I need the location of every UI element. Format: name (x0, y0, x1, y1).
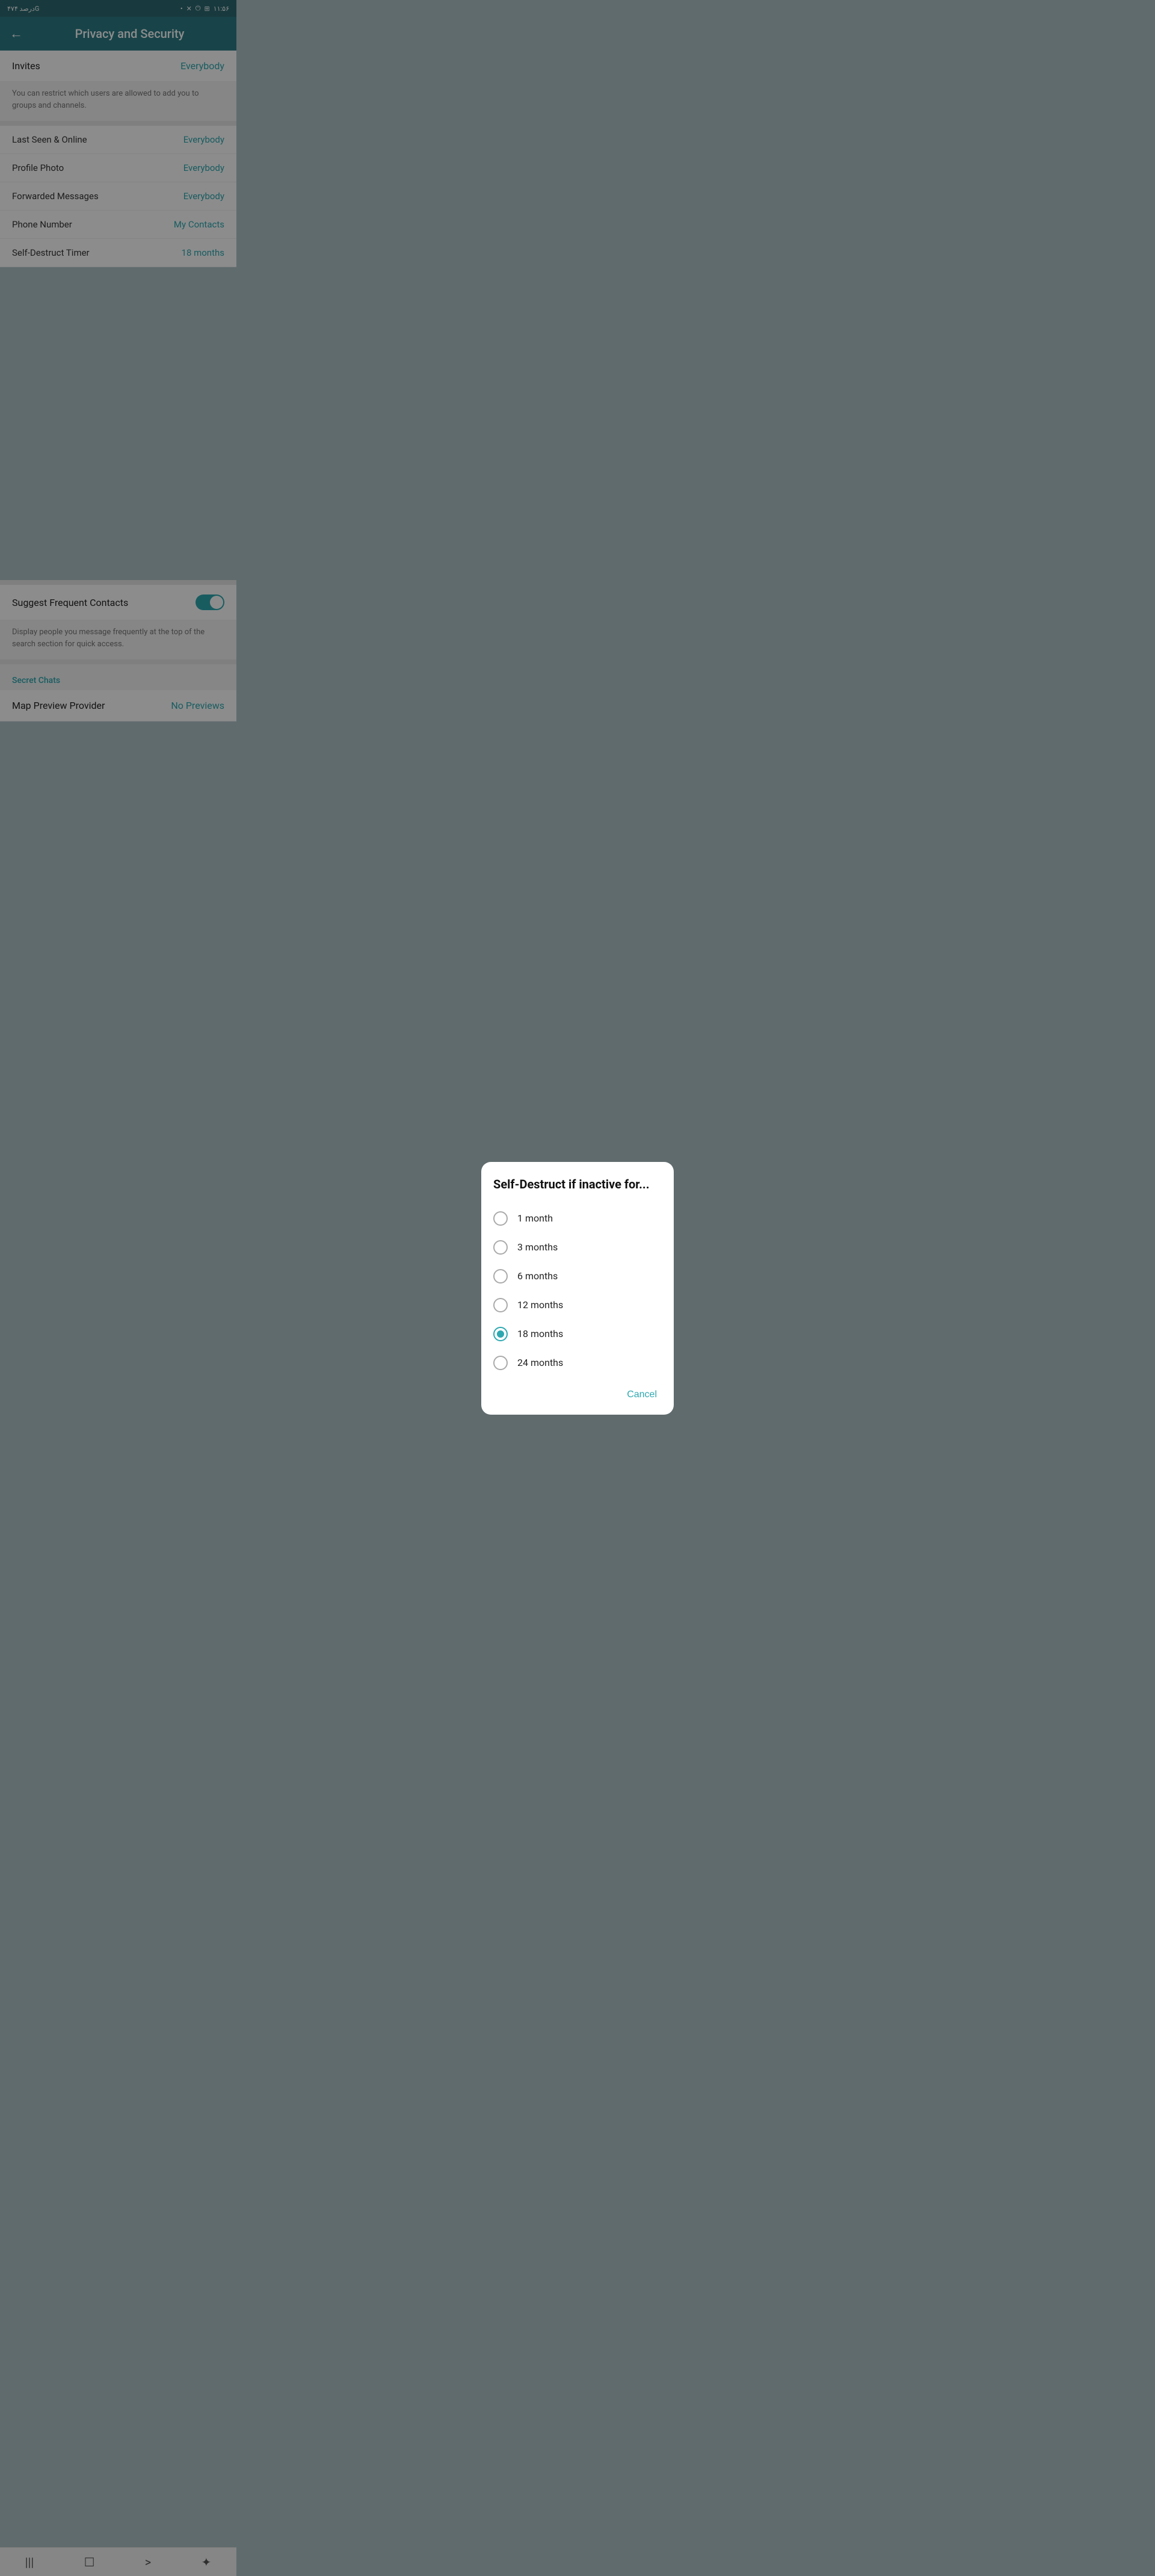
radio-option-1month[interactable]: 1 month (493, 1204, 662, 1233)
radio-circle-6months (493, 1269, 508, 1283)
radio-label-12months: 12 months (517, 1299, 563, 1311)
radio-option-12months[interactable]: 12 months (493, 1291, 662, 1320)
radio-circle-1month (493, 1211, 508, 1226)
radio-label-1month: 1 month (517, 1212, 553, 1224)
radio-circle-12months (493, 1298, 508, 1312)
radio-label-3months: 3 months (517, 1241, 558, 1253)
cancel-button[interactable]: Cancel (622, 1385, 662, 1405)
radio-label-18months: 18 months (517, 1328, 563, 1339)
radio-option-6months[interactable]: 6 months (493, 1262, 662, 1291)
dialog-actions: Cancel (493, 1377, 662, 1405)
radio-circle-24months (493, 1356, 508, 1370)
self-destruct-dialog: Self-Destruct if inactive for... 1 month… (481, 1162, 674, 1415)
radio-option-18months[interactable]: 18 months (493, 1320, 662, 1348)
radio-circle-3months (493, 1240, 508, 1255)
radio-label-24months: 24 months (517, 1357, 563, 1368)
radio-option-3months[interactable]: 3 months (493, 1233, 662, 1262)
dialog-overlay: Self-Destruct if inactive for... 1 month… (0, 0, 1155, 2576)
radio-circle-18months (493, 1327, 508, 1341)
dialog-title: Self-Destruct if inactive for... (493, 1176, 662, 1192)
radio-option-24months[interactable]: 24 months (493, 1348, 662, 1377)
radio-label-6months: 6 months (517, 1270, 558, 1282)
